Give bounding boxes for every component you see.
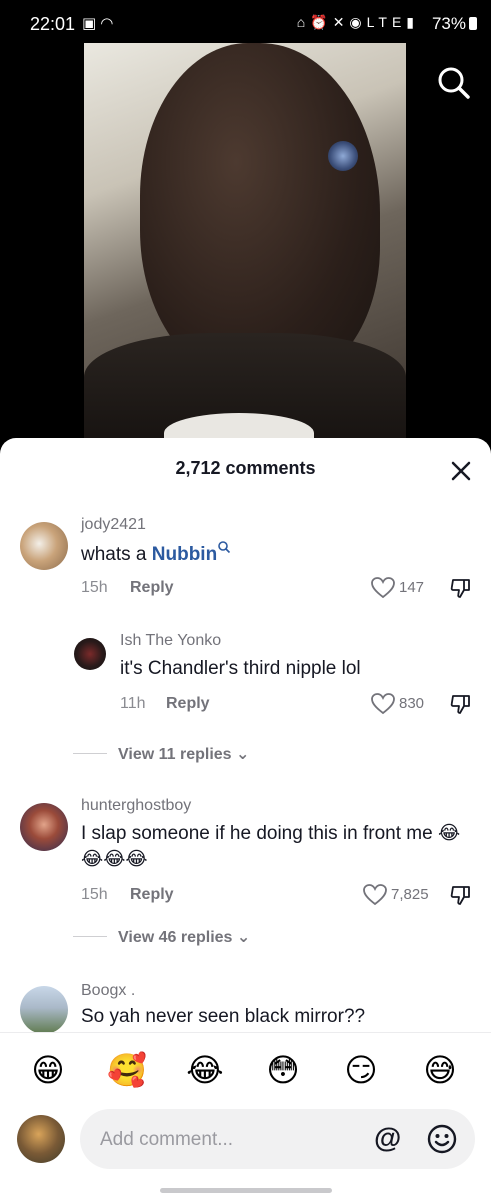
emoji-sweat-smile[interactable]: 😅 [421,1051,459,1089]
search-icon[interactable] [434,63,474,103]
emoji-laugh[interactable]: 😂 [186,1051,224,1089]
avatar[interactable] [74,638,106,670]
comment-input-box[interactable]: @ [80,1109,475,1169]
wifi-icon: ◠ [100,15,118,32]
comment-time: 15h [81,886,108,903]
close-icon[interactable] [448,458,474,484]
like-count: 830 [399,695,425,712]
status-right-icons: ⌂⏰✕◉LTE▮ [297,14,419,31]
comment-username[interactable]: jody2421 [81,516,146,534]
comment-time: 15h [81,579,108,596]
heart-icon[interactable] [370,576,396,600]
battery-percent: 73% [431,14,466,33]
emoji-picker-icon[interactable] [426,1123,458,1155]
comment-search-link[interactable]: Nubbin [152,544,217,565]
avatar[interactable] [20,522,68,570]
alarm-icon: ⏰ [310,14,333,30]
mute-icon: ✕ [332,14,350,30]
emoji-hearts[interactable]: 🥰 [107,1051,147,1089]
hotspot-icon: ◉ [349,14,367,30]
reply-button[interactable]: Reply [130,886,174,904]
heart-icon[interactable] [370,692,396,716]
lte-icon: LTE [366,14,407,30]
status-left-icons: ▣◠ [82,14,117,32]
view-replies-button[interactable]: View 46 replies ⌄ [118,927,250,947]
comment-input-row: @ [0,1100,491,1200]
emoji-grin[interactable]: 😁 [29,1051,67,1089]
like-count: 7,825 [391,886,429,903]
divider [73,753,107,754]
comment-text: I slap someone if he doing this in front… [81,823,461,870]
comment-input[interactable] [98,1121,362,1159]
emoji-flushed[interactable]: 😳 [264,1051,302,1089]
view-replies-button[interactable]: View 11 replies ⌄ [118,744,249,764]
comment-count-title: 2,712 comments [175,458,316,478]
comment-text-body: whats a [81,544,152,565]
reply-button[interactable]: Reply [130,579,174,597]
reply-button[interactable]: Reply [166,695,210,713]
battery-icon [469,17,477,30]
comment-text: it's Chandler's third nipple lol [120,658,361,679]
emoji-smirk[interactable]: 😏 [342,1051,380,1089]
video-player[interactable] [84,43,406,439]
gallery-icon: ▣ [82,15,101,32]
comment-text: So yah never seen black mirror?? [81,1006,366,1027]
comment-username[interactable]: hunterghostboy [81,797,191,815]
dislike-icon[interactable] [449,576,473,600]
chevron-down-icon: ⌄ [236,746,250,763]
comment-username[interactable]: Ish The Yonko [120,632,221,650]
mention-button[interactable]: @ [374,1122,401,1154]
home-indicator[interactable] [160,1188,332,1193]
dislike-icon[interactable] [449,692,473,716]
avatar[interactable] [20,803,68,851]
video-earbud [328,141,358,171]
view-replies-label: View 11 replies [118,746,232,763]
comment-text: whats a Nubbin [81,540,231,568]
status-time: 22:01 [30,14,76,34]
comment-username[interactable]: Boogx . [81,982,135,1000]
chevron-down-icon: ⌄ [236,929,251,946]
sleep-icon: ⌂ [296,14,311,30]
heart-icon[interactable] [362,883,388,907]
user-avatar[interactable] [17,1115,65,1163]
video-subject-face [140,43,380,383]
avatar[interactable] [20,986,68,1034]
search-icon[interactable] [217,540,231,554]
status-bar: 22:01 ▣◠ ⌂⏰✕◉LTE▮ 73% [0,0,491,46]
like-count: 147 [399,579,425,596]
dislike-icon[interactable] [449,883,473,907]
comment-time: 11h [120,695,146,712]
battery-indicator: 73% [432,14,477,34]
signal-icon: ▮ [406,14,419,30]
view-replies-label: View 46 replies [118,929,233,946]
divider [73,936,107,937]
